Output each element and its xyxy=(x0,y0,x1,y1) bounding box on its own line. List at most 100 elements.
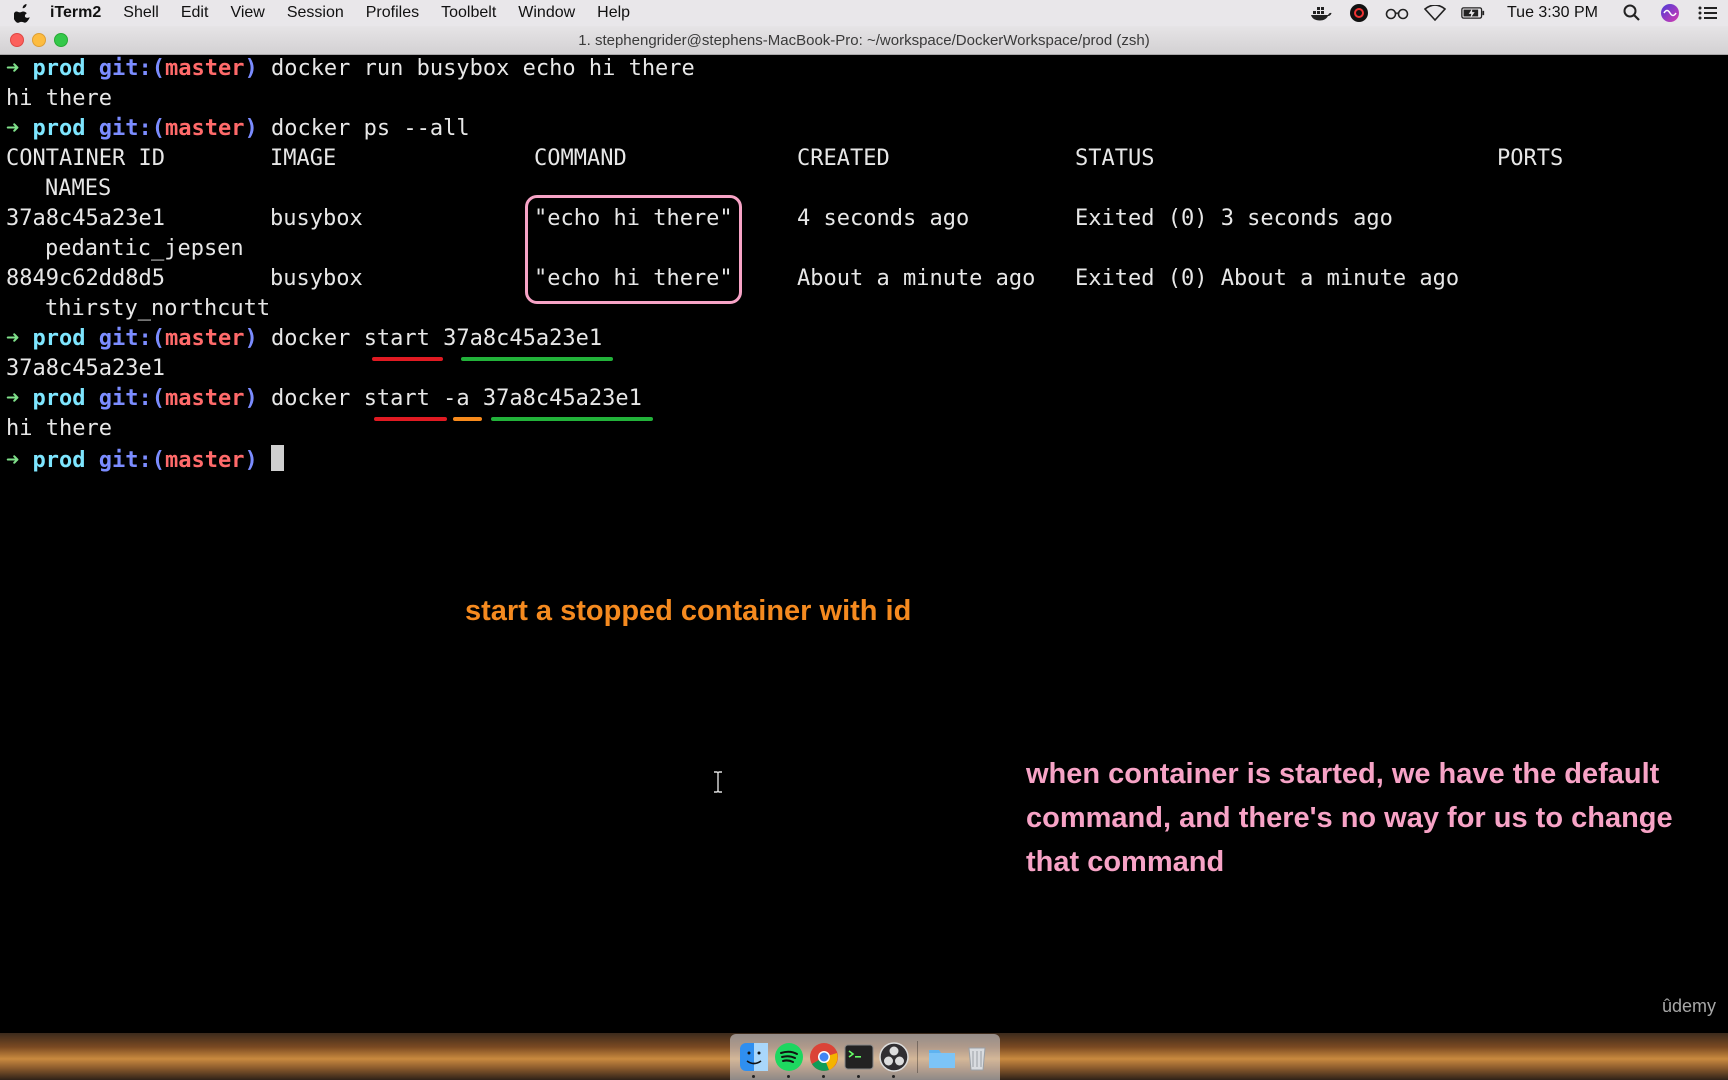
header-container-id: CONTAINER ID xyxy=(6,146,165,171)
annotation-pink: when container is started, we have the d… xyxy=(1026,758,1673,878)
header-image: IMAGE xyxy=(270,146,337,171)
docker-icon[interactable] xyxy=(1309,3,1333,23)
command-start: start xyxy=(363,386,430,411)
running-indicator xyxy=(892,1074,895,1078)
prompt-branch: master xyxy=(164,116,245,141)
search-icon[interactable] xyxy=(1620,3,1644,23)
row1-image: busybox xyxy=(270,206,363,231)
prompt-dir: prod xyxy=(32,386,86,411)
prompt-git-open: git:( xyxy=(98,56,165,81)
prompt-branch: master xyxy=(164,448,245,473)
terminal-icon[interactable] xyxy=(843,1042,874,1078)
prompt-git-open: git:( xyxy=(98,386,165,411)
running-indicator xyxy=(787,1074,790,1078)
clock[interactable]: Tue 3:30 PM xyxy=(1499,4,1606,22)
prompt-branch: master xyxy=(164,56,245,81)
prompt-git-open: git:( xyxy=(98,448,165,473)
command-docker: docker xyxy=(270,386,351,411)
row1-created: 4 seconds ago xyxy=(797,206,970,231)
prompt-branch: master xyxy=(164,386,245,411)
command-highlight-box xyxy=(525,195,742,304)
menu-help[interactable]: Help xyxy=(586,0,641,26)
row2-created: About a minute ago xyxy=(797,266,1036,291)
siri-icon[interactable] xyxy=(1658,3,1682,23)
menu-view[interactable]: View xyxy=(219,0,275,26)
dock xyxy=(730,1034,1000,1080)
command-docker: docker xyxy=(270,326,351,351)
prompt-branch: master xyxy=(164,326,245,351)
finder-icon[interactable] xyxy=(738,1042,769,1078)
header-command: COMMAND xyxy=(534,146,627,171)
row2-status: Exited (0) About a minute ago xyxy=(1075,266,1460,291)
command-output: 37a8c45a23e1 xyxy=(6,356,165,381)
header-created: CREATED xyxy=(797,146,890,171)
dock-separator xyxy=(917,1041,918,1073)
command-attach-flag: -a xyxy=(443,386,470,411)
command-output: hi there xyxy=(6,416,112,441)
underline-start xyxy=(374,417,447,421)
prompt-dir: prod xyxy=(32,56,86,81)
prompt-arrow: ➜ xyxy=(6,386,20,411)
chrome-icon[interactable] xyxy=(808,1042,839,1078)
folder-icon[interactable] xyxy=(926,1042,957,1073)
spotify-icon[interactable] xyxy=(773,1042,804,1078)
notification-center-icon[interactable] xyxy=(1696,3,1720,23)
current-prompt-line[interactable]: ➜ prod git:(master) xyxy=(6,445,284,473)
row2-image: busybox xyxy=(270,266,363,291)
menu-toolbelt[interactable]: Toolbelt xyxy=(430,0,507,26)
prompt-git-close: ) xyxy=(244,448,258,473)
trash-icon[interactable] xyxy=(961,1042,992,1073)
command-output: hi there xyxy=(6,86,112,111)
prompt-dir: prod xyxy=(32,116,86,141)
running-indicator xyxy=(857,1074,860,1078)
terminal-pane[interactable]: ➜ prod git:(master) docker run busybox e… xyxy=(0,55,1728,1033)
prompt-line: ➜ prod git:(master) docker run busybox e… xyxy=(6,55,695,83)
underline-container-id xyxy=(461,357,613,361)
underline-container-id xyxy=(491,417,653,421)
underline-attach-flag xyxy=(453,417,482,421)
battery-icon[interactable] xyxy=(1461,3,1485,23)
prompt-git-close: ) xyxy=(244,56,258,81)
command-text: docker ps --all xyxy=(270,116,470,141)
prompt-arrow: ➜ xyxy=(6,56,20,81)
command-container-id: 37a8c45a23e1 xyxy=(482,386,642,411)
command-container-id: 37a8c45a23e1 xyxy=(443,326,603,351)
prompt-git-close: ) xyxy=(244,386,258,411)
underline-start xyxy=(372,357,443,361)
row2-names: thirsty_northcutt xyxy=(45,296,271,321)
command-text: docker run busybox echo hi there xyxy=(270,56,695,81)
udemy-watermark: ûdemy xyxy=(1661,996,1716,1016)
menu-profiles[interactable]: Profiles xyxy=(355,0,430,26)
ibeam-cursor-icon xyxy=(712,771,724,798)
text-cursor xyxy=(270,445,284,471)
prompt-arrow: ➜ xyxy=(6,326,20,351)
prompt-git-close: ) xyxy=(244,326,258,351)
obs-icon[interactable] xyxy=(878,1042,909,1078)
creative-cloud-icon[interactable] xyxy=(1347,3,1371,23)
prompt-dir: prod xyxy=(32,448,86,473)
menu-window[interactable]: Window xyxy=(507,0,586,26)
prompt-git-open: git:( xyxy=(98,326,165,351)
wifi-icon[interactable] xyxy=(1423,3,1447,23)
prompt-line: ➜ prod git:(master) docker start 37a8c45… xyxy=(6,325,602,353)
running-indicator xyxy=(752,1074,755,1078)
window-title: 1. stephengrider@stephens-MacBook-Pro: ~… xyxy=(578,32,1150,49)
apple-menu-icon[interactable] xyxy=(0,3,46,23)
row1-container-id: 37a8c45a23e1 xyxy=(6,206,165,231)
annotation-orange: start a stopped container with id xyxy=(465,595,912,627)
row2-container-id: 8849c62dd8d5 xyxy=(6,266,165,291)
menu-edit[interactable]: Edit xyxy=(170,0,220,26)
window-title-bar[interactable]: 1. stephengrider@stephens-MacBook-Pro: ~… xyxy=(0,26,1728,55)
header-names: NAMES xyxy=(45,176,112,201)
running-indicator xyxy=(822,1074,825,1078)
menu-session[interactable]: Session xyxy=(276,0,355,26)
prompt-arrow: ➜ xyxy=(6,448,20,473)
glasses-icon[interactable] xyxy=(1385,3,1409,23)
header-status: STATUS xyxy=(1075,146,1155,171)
prompt-line: ➜ prod git:(master) docker ps --all xyxy=(6,115,470,143)
menu-app-iterm2[interactable]: iTerm2 xyxy=(46,0,112,26)
prompt-git-open: git:( xyxy=(98,116,165,141)
row1-status: Exited (0) 3 seconds ago xyxy=(1075,206,1393,231)
menu-bar: iTerm2 Shell Edit View Session Profiles … xyxy=(0,0,1728,26)
menu-shell[interactable]: Shell xyxy=(112,0,170,26)
